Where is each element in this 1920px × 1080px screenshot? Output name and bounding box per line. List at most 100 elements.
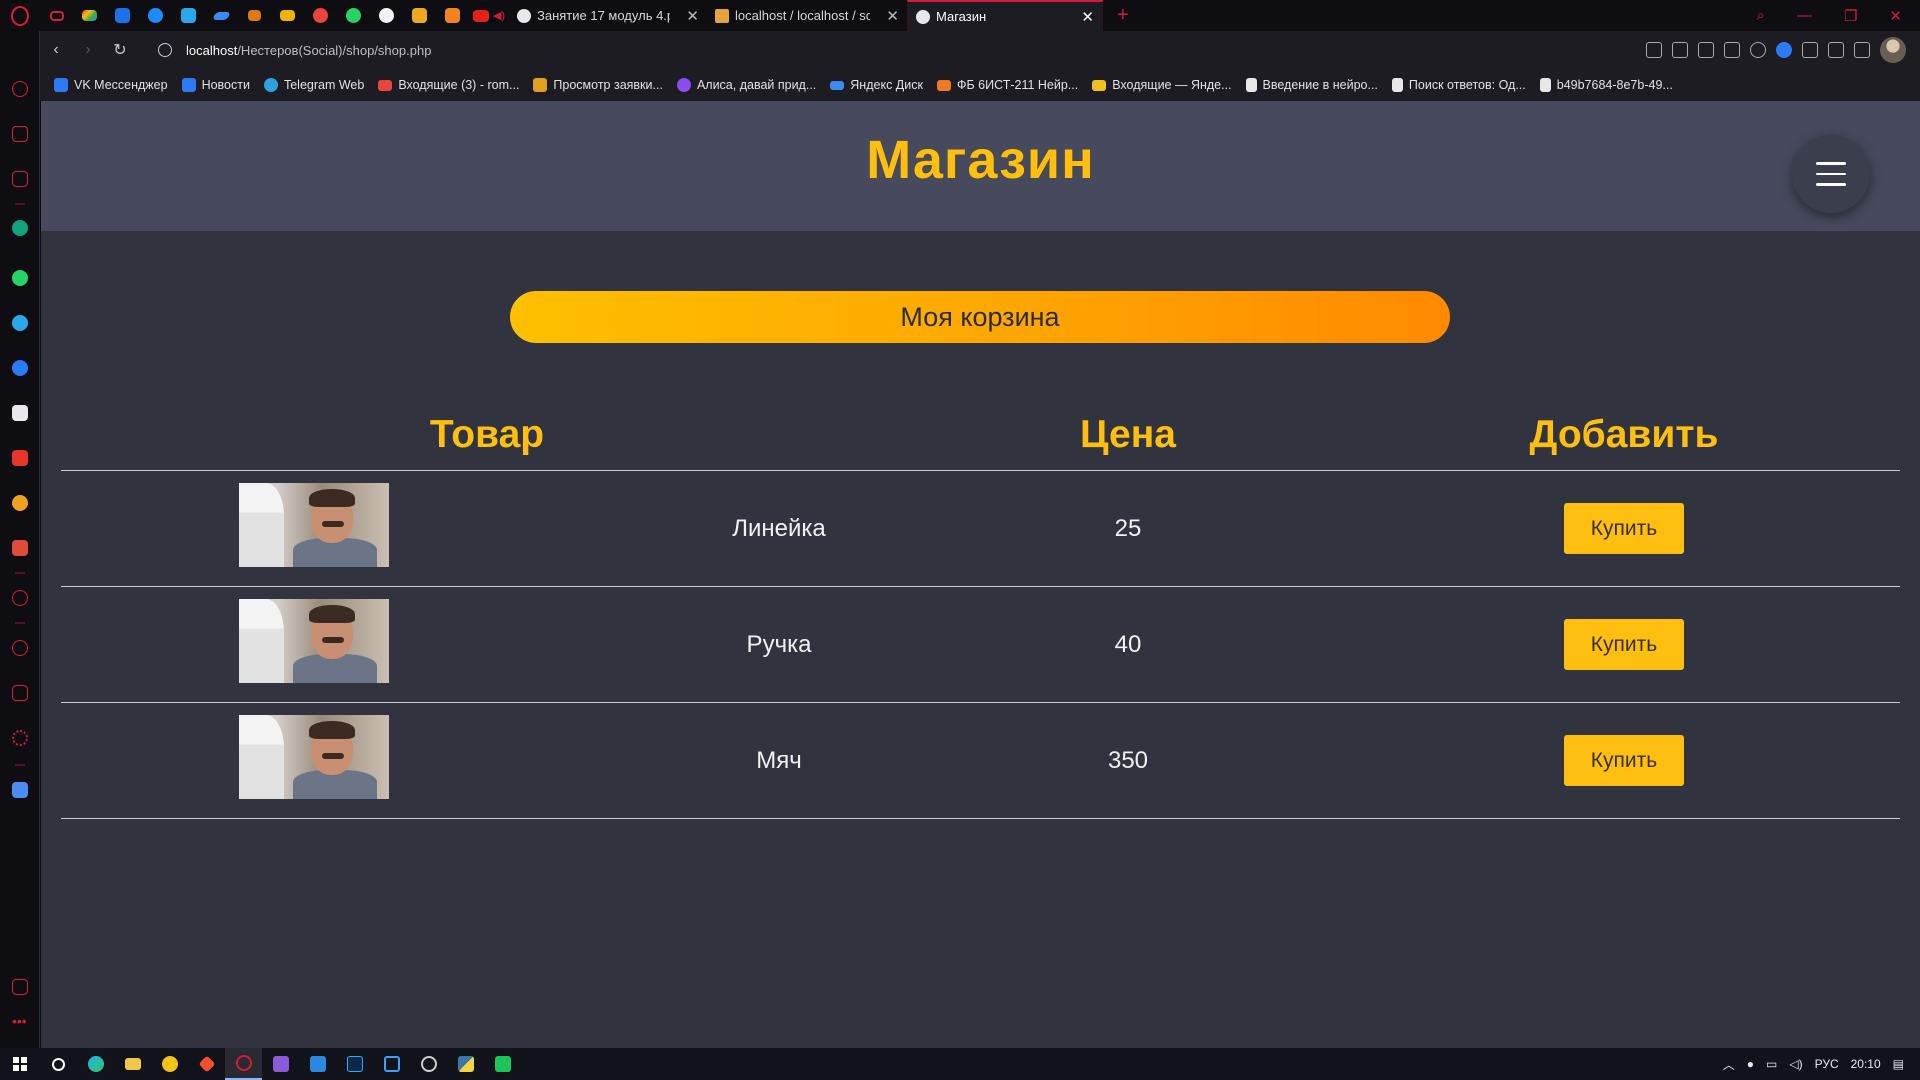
history-icon[interactable] [12,640,28,656]
minimize-button[interactable]: — [1797,7,1812,24]
paint-icon[interactable] [304,0,337,31]
speed-dial-icon[interactable] [12,81,28,97]
bookmark-item[interactable]: b49b7684-8e7b-49... [1539,78,1673,92]
send-icon[interactable] [1724,42,1740,58]
chat-icon[interactable] [106,0,139,31]
extension-icon[interactable] [1776,42,1792,58]
back-button[interactable]: ‹ [40,41,72,59]
buy-button[interactable]: Купить [1564,503,1684,554]
buy-button[interactable]: Купить [1564,619,1684,670]
search-icon[interactable] [40,1048,77,1080]
gmail-icon[interactable] [73,0,106,31]
cube-icon[interactable] [12,685,28,701]
microphone-icon[interactable]: ● [1747,1057,1754,1071]
yandex-icon[interactable] [12,450,28,466]
edit-icon[interactable] [1646,42,1662,58]
app-icon[interactable] [373,1048,410,1080]
mail-icon[interactable] [12,495,28,511]
bookmark-item[interactable]: Алиса, давай прид... [676,78,816,92]
youtube-icon[interactable]: ◀) [469,0,509,31]
opera-icon[interactable] [225,1048,262,1080]
settings-icon[interactable] [410,1048,447,1080]
close-icon[interactable]: ✕ [1081,8,1094,26]
mail-icon[interactable] [271,0,304,31]
edge-icon[interactable] [77,1048,114,1080]
speaker-icon[interactable]: ◀) [493,9,505,22]
chevron-up-icon[interactable]: ︿ [1723,1056,1735,1073]
site-info-icon[interactable] [158,43,172,57]
clock[interactable]: 20:10 [1851,1057,1881,1071]
ok-icon[interactable] [436,0,469,31]
hamburger-menu-button[interactable] [1792,135,1870,213]
telegram-icon[interactable] [12,315,28,331]
translate-icon[interactable] [12,782,28,798]
visual-studio-icon[interactable] [262,1048,299,1080]
bookmark-item[interactable]: Яндекс Диск [830,78,923,92]
tab-shop[interactable]: Магазин ✕ [907,0,1103,31]
chatgpt-icon[interactable] [12,220,28,236]
python-icon[interactable] [447,1048,484,1080]
settings-icon[interactable] [12,730,28,746]
reload-button[interactable]: ↻ [104,40,136,60]
photoshop-icon[interactable] [336,1048,373,1080]
menu-line [1816,162,1846,165]
instagram-icon[interactable] [12,171,28,187]
note-icon[interactable] [403,0,436,31]
bookmark-item[interactable]: Входящие — Янде... [1092,78,1232,92]
messenger-icon[interactable] [12,540,28,556]
more-icon[interactable]: ••• [12,1014,28,1033]
telegram-icon[interactable] [172,0,205,31]
tab-phpmyadmin[interactable]: localhost / localhost / socia ✕ [707,0,907,31]
bird-icon[interactable] [205,0,238,31]
camera-icon[interactable] [1672,42,1688,58]
search-icon[interactable]: ⌕ [1757,7,1765,24]
1c-icon[interactable] [151,1048,188,1080]
close-window-button[interactable]: ✕ [1889,7,1902,25]
globe-icon[interactable] [370,0,403,31]
phone-icon[interactable] [484,1048,521,1080]
whatsapp-icon[interactable] [12,270,28,286]
network-icon[interactable]: ▭ [1766,1057,1777,1071]
bookmark-item[interactable]: Введение в нейро... [1245,78,1378,92]
bookmark-item[interactable]: Просмотр заявки... [533,78,663,92]
bookmark-item[interactable]: Входящие (3) - rom... [378,78,519,92]
download-icon[interactable] [1828,42,1844,58]
bookmark-item[interactable]: ФБ 6ИСТ-211 Нейр... [936,78,1078,92]
divider [15,622,25,624]
git-icon[interactable] [188,1048,225,1080]
one-icon[interactable] [139,0,172,31]
bookmark-item[interactable]: Поиск ответов: Од... [1391,78,1526,92]
restore-button[interactable]: ❐ [1844,7,1857,25]
close-icon[interactable]: ✕ [686,7,699,25]
vk-messenger-icon[interactable] [40,0,73,31]
tab-pdf[interactable]: Занятие 17 модуль 4.pdf ✕ [509,0,707,31]
vk-icon[interactable] [12,360,28,376]
new-tab-button[interactable]: + [1117,4,1129,27]
discord-icon[interactable] [12,405,28,421]
player-icon[interactable] [12,590,28,606]
bookmark-item[interactable]: VK Мессенджер [54,78,168,92]
cube-icon[interactable] [1802,42,1818,58]
opera-menu-icon[interactable] [0,0,40,31]
url-field[interactable]: localhost/Нестеров(Social)/shop/shop.php [186,43,431,58]
vscode-icon[interactable] [299,1048,336,1080]
shield-icon[interactable] [1698,42,1714,58]
folder-icon[interactable] [114,1048,151,1080]
buy-button[interactable]: Купить [1564,735,1684,786]
gallery-icon[interactable] [12,979,28,995]
bookmark-item[interactable]: Telegram Web [263,78,364,92]
bag-icon[interactable] [12,126,28,142]
close-icon[interactable]: ✕ [886,7,899,25]
heart-icon[interactable] [1750,42,1766,58]
whatsapp-icon[interactable] [337,0,370,31]
forward-button[interactable]: › [72,41,104,59]
avatar[interactable] [1880,37,1906,63]
start-button[interactable] [0,1057,40,1071]
my-cart-button[interactable]: Моя корзина [510,291,1450,343]
volume-icon[interactable]: ◁) [1789,1057,1802,1071]
language-indicator[interactable]: РУС [1815,1057,1839,1071]
bookmark-item[interactable]: Новости [181,78,250,92]
easy-setup-icon[interactable] [1854,42,1870,58]
in-icon[interactable] [238,0,271,31]
notifications-icon[interactable]: ▤ [1893,1057,1904,1071]
